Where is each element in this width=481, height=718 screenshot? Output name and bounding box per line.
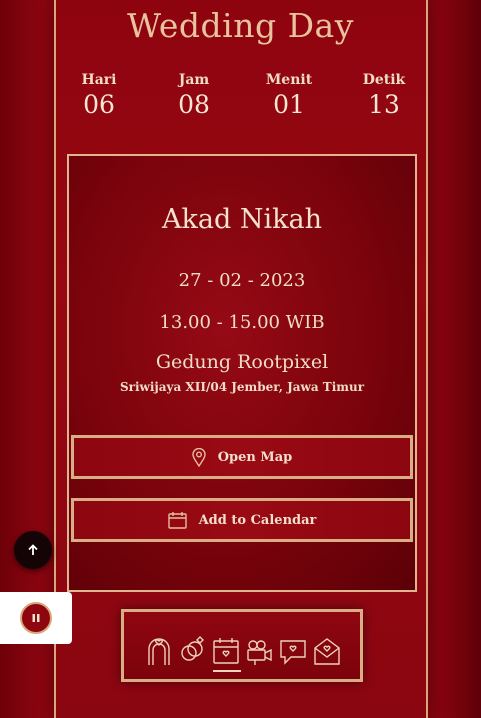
- couple-arch-icon: [148, 638, 170, 665]
- event-title: Akad Nikah: [162, 204, 322, 235]
- countdown-minutes: Menit 01: [249, 72, 329, 119]
- bottom-nav: [121, 609, 363, 682]
- event-address: Sriwijaya XII/04 Jember, Jawa Timur: [119, 380, 365, 394]
- countdown-days-value: 06: [83, 90, 115, 119]
- scroll-top-button[interactable]: [14, 531, 52, 569]
- countdown-days: Hari 06: [59, 72, 139, 119]
- countdown-hours: Jam 08: [154, 72, 234, 119]
- pause-music-button[interactable]: [20, 602, 52, 634]
- rings-icon: [181, 636, 204, 661]
- open-map-label: Open Map: [217, 449, 293, 465]
- nav-wishes[interactable]: [279, 636, 307, 666]
- nav-event-date[interactable]: [212, 636, 240, 666]
- countdown-days-label: Hari: [81, 72, 117, 88]
- countdown-seconds-label: Detik: [362, 72, 406, 88]
- map-pin-icon: [192, 447, 206, 467]
- envelope-heart-icon: [314, 638, 340, 665]
- nav-gift[interactable]: [313, 636, 341, 666]
- open-map-button[interactable]: Open Map: [71, 435, 413, 479]
- calendar-icon: [167, 512, 187, 529]
- event-date: 27 - 02 - 2023: [178, 270, 306, 291]
- page-title: Wedding Day: [127, 6, 354, 45]
- add-to-calendar-button[interactable]: Add to Calendar: [71, 498, 413, 542]
- music-control: [0, 592, 72, 644]
- countdown-seconds-value: 13: [368, 90, 400, 119]
- chat-heart-icon: [280, 640, 306, 665]
- countdown-hours-value: 08: [178, 90, 210, 119]
- pause-icon: [32, 614, 40, 622]
- arrow-up-icon: [28, 544, 38, 555]
- nav-active-indicator: [213, 670, 241, 672]
- nav-rings[interactable]: [178, 636, 206, 666]
- countdown-minutes-label: Menit: [265, 72, 313, 88]
- add-to-calendar-label: Add to Calendar: [198, 512, 317, 528]
- nav-live-stream[interactable]: [245, 636, 273, 666]
- nav-couple[interactable]: [145, 636, 173, 666]
- countdown-minutes-value: 01: [273, 90, 305, 119]
- countdown-hours-label: Jam: [178, 72, 210, 88]
- event-venue: Gedung Rootpixel: [155, 351, 329, 373]
- calendar-heart-icon: [213, 638, 239, 664]
- video-camera-icon: [247, 640, 272, 665]
- countdown-seconds: Detik 13: [344, 72, 424, 119]
- event-time: 13.00 - 15.00 WIB: [159, 312, 325, 333]
- event-card: Akad Nikah 27 - 02 - 2023 13.00 - 15.00 …: [67, 154, 417, 592]
